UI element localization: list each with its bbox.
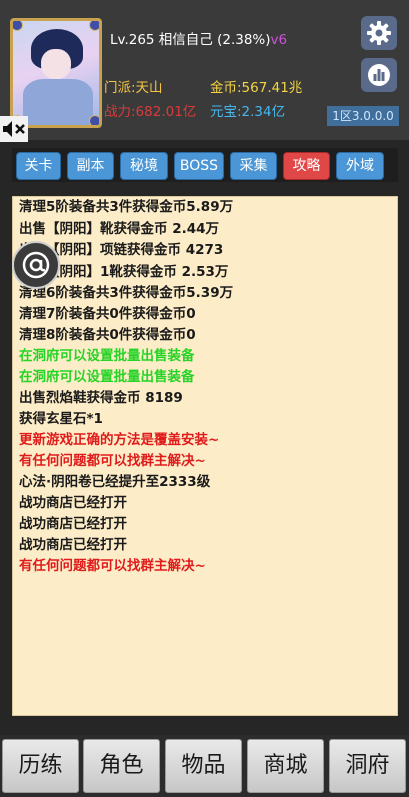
log-line: 清理5阶装备共3件获得金币5.89万 [19, 199, 234, 215]
log-line: 出售【阴阳】靴获得金币 2.44万 [19, 221, 220, 237]
sect-label: 门派:天山 [104, 80, 163, 96]
combat-power: 战力:682.01亿 [104, 104, 197, 120]
tab-outer-domain[interactable]: 外域 [336, 152, 384, 180]
tab-stage[interactable]: 关卡 [16, 152, 61, 180]
mute-button[interactable] [0, 116, 28, 142]
log-line: 战功商店已经打开 [19, 495, 127, 511]
log-line-tip: 在洞府可以设置批量出售装备 [19, 369, 195, 385]
speaker-muted-icon [0, 116, 28, 142]
log-line-notice: 更新游戏正确的方法是覆盖安装~ [19, 432, 220, 448]
nav-items[interactable]: 物品 [165, 739, 242, 793]
tab-gather[interactable]: 采集 [230, 152, 277, 180]
server-badge[interactable]: 1区3.0.0.0 [327, 106, 399, 126]
tab-secret-realm[interactable]: 秘境 [120, 152, 168, 180]
log-line-notice: 有任何问题都可以找群主解决~ [19, 453, 206, 469]
message-log[interactable]: 清理5阶装备共3件获得金币5.89万 出售【阴阳】靴获得金币 2.44万 出售【… [12, 196, 398, 716]
exp-percent: (2.38%) [217, 32, 271, 48]
yuanbao-amount: 元宝:2.34亿 [210, 104, 286, 120]
player-avatar[interactable] [10, 18, 102, 128]
level-info: Lv.265 相信自己 (2.38%)v6 [110, 28, 287, 48]
nav-cave-dwelling[interactable]: 洞府 [329, 739, 406, 793]
log-line: 获得玄星石*1 [19, 411, 103, 427]
nav-training[interactable]: 历练 [2, 739, 79, 793]
gold-amount: 金币:567.41兆 [210, 80, 303, 96]
frame-ornament [89, 21, 99, 31]
vip-level: v6 [270, 32, 288, 48]
avatar-face [41, 49, 71, 79]
log-line: 战功商店已经打开 [19, 537, 127, 553]
log-line: 清理7阶装备共0件获得金币0 [19, 306, 196, 322]
tab-guide[interactable]: 攻略 [283, 152, 330, 180]
frame-ornament [13, 21, 23, 31]
tab-boss[interactable]: BOSS [174, 152, 224, 180]
mention-button[interactable] [12, 241, 60, 289]
log-line-tip: 在洞府可以设置批量出售装备 [19, 348, 195, 364]
log-line: 清理6阶装备共3件获得金币5.39万 [19, 285, 234, 301]
bar-chart-icon [368, 64, 390, 86]
gear-icon [367, 21, 391, 45]
settings-button[interactable] [361, 16, 397, 50]
tab-dungeon[interactable]: 副本 [67, 152, 114, 180]
frame-ornament [89, 115, 99, 125]
nav-character[interactable]: 角色 [83, 739, 160, 793]
log-line: 心法·阴阳卷已经提升至2333级 [19, 474, 211, 490]
log-line-notice: 有任何问题都可以找群主解决~ [19, 558, 206, 574]
log-line: 战功商店已经打开 [19, 516, 127, 532]
nav-shop[interactable]: 商城 [247, 739, 324, 793]
bottom-navigation: 历练 角色 物品 商城 洞府 [0, 735, 409, 797]
log-line: 清理8阶装备共0件获得金币0 [19, 327, 196, 343]
stats-button[interactable] [361, 58, 397, 92]
log-line: 出售烈焰鞋获得金币 8189 [19, 390, 183, 406]
at-icon [22, 251, 50, 279]
level-name: Lv.265 相信自己 [110, 32, 213, 48]
function-tab-bar: 关卡 副本 秘境 BOSS 采集 攻略 外域 [12, 148, 398, 182]
player-header: Lv.265 相信自己 (2.38%)v6 门派:天山 战力:682.01亿 金… [0, 0, 409, 142]
avatar-coat [23, 79, 93, 125]
